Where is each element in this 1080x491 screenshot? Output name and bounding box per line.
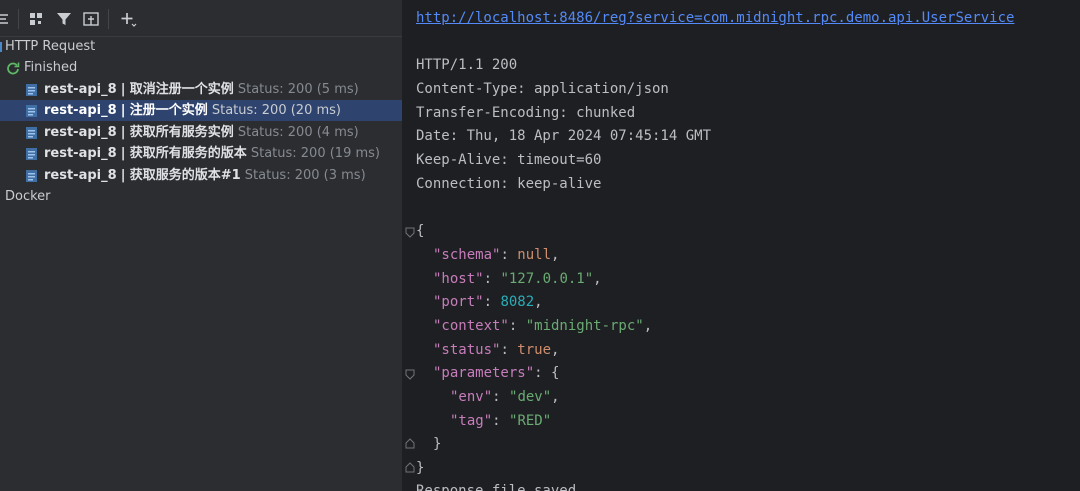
- fold-toggle-icon[interactable]: [405, 369, 415, 380]
- request-status: Status: 200 (5 ms): [237, 82, 359, 97]
- json-line-host: "host": "127.0.0.1",: [433, 271, 602, 287]
- json-line-schema: "schema": null,: [433, 247, 560, 263]
- json-key: "host": [433, 271, 484, 287]
- toolbar-divider: [108, 9, 109, 29]
- json-close-brace: }: [416, 460, 425, 476]
- response-header: Connection: keep-alive: [416, 176, 602, 192]
- json-key: "context": [433, 318, 509, 334]
- request-title: 注册一个实例: [129, 103, 208, 118]
- request-separator: |: [120, 103, 126, 118]
- request-item[interactable]: rest-api_8 | 获取服务的版本#1 Status: 200 (3 ms…: [0, 165, 402, 186]
- json-value: true: [517, 342, 552, 358]
- response-header: Keep-Alive: timeout=60: [416, 152, 602, 168]
- response-status-line: HTTP/1.1 200: [416, 57, 518, 73]
- json-value: null: [517, 247, 552, 263]
- request-url-link[interactable]: http://localhost:8486/reg?service=com.mi…: [416, 8, 1014, 28]
- json-key: "parameters": [433, 365, 535, 381]
- toolbar-divider: [18, 9, 19, 29]
- request-separator: |: [120, 125, 126, 140]
- json-line-env: "env": "dev",: [450, 389, 560, 405]
- response-header: Content-Type: application/json: [416, 81, 669, 97]
- json-value: "RED": [509, 413, 552, 429]
- json-value: "midnight-rpc": [525, 318, 644, 334]
- tree-node-docker[interactable]: Docker: [0, 186, 402, 207]
- request-title: 获取所有服务的版本: [129, 146, 247, 161]
- json-line-tag: "tag": "RED": [450, 413, 552, 429]
- tree-node-label: Docker: [5, 189, 51, 204]
- request-title: 获取服务的版本#1: [129, 168, 241, 183]
- request-item[interactable]: rest-api_8 | 获取所有服务的版本 Status: 200 (19 m…: [0, 143, 402, 164]
- tree-node-finished[interactable]: Finished: [0, 57, 402, 78]
- tree-node-label: Finished: [24, 60, 78, 75]
- request-item[interactable]: rest-api_8 | 获取所有服务实例 Status: 200 (4 ms): [0, 122, 402, 143]
- json-key: "tag": [450, 413, 493, 429]
- tree-node-label: HTTP Request: [5, 39, 96, 54]
- fold-toggle-icon[interactable]: [405, 227, 415, 238]
- filter-icon[interactable]: [55, 10, 73, 28]
- services-tree-panel: HTTP Request Finished rest-api_8 | 取消注册一…: [0, 0, 403, 491]
- pin-icon[interactable]: [82, 10, 100, 28]
- services-toolbar: [0, 0, 402, 37]
- add-icon[interactable]: [119, 10, 137, 28]
- request-name: rest-api_8: [44, 125, 117, 140]
- response-footer: Response file saved.: [416, 483, 585, 491]
- json-line-context: "context": "midnight-rpc",: [433, 318, 653, 334]
- request-name: rest-api_8: [44, 146, 117, 161]
- json-value: 8082: [500, 294, 535, 310]
- json-open-brace: {: [416, 223, 425, 239]
- request-separator: |: [120, 146, 126, 161]
- json-key: "env": [450, 389, 493, 405]
- response-header: Date: Thu, 18 Apr 2024 07:45:14 GMT: [416, 128, 712, 144]
- request-title: 取消注册一个实例: [129, 82, 234, 97]
- response-header: Transfer-Encoding: chunked: [416, 105, 636, 121]
- request-name: rest-api_8: [44, 82, 117, 97]
- json-value: "dev": [509, 389, 552, 405]
- json-value: "127.0.0.1": [500, 271, 594, 287]
- json-line-status: "status": true,: [433, 342, 560, 358]
- request-name: rest-api_8: [44, 168, 117, 183]
- request-file-icon: [26, 148, 37, 160]
- json-line-port: "port": 8082,: [433, 294, 543, 310]
- request-separator: |: [120, 82, 126, 97]
- request-name: rest-api_8: [44, 103, 117, 118]
- request-item[interactable]: rest-api_8 | 注册一个实例 Status: 200 (20 ms): [0, 100, 402, 121]
- json-line-parameters: "parameters": {: [433, 365, 560, 381]
- request-file-icon: [26, 105, 37, 117]
- request-status: Status: 200 (20 ms): [211, 103, 341, 118]
- request-file-icon: [26, 84, 37, 96]
- request-file-icon: [26, 170, 37, 182]
- json-inner-close-brace: }: [433, 436, 442, 452]
- json-key: "schema": [433, 247, 501, 263]
- json-key: "port": [433, 294, 484, 310]
- request-file-icon: [26, 127, 37, 139]
- json-key: "status": [433, 342, 501, 358]
- request-title: 获取所有服务实例: [129, 125, 234, 140]
- tree-node-http-request[interactable]: HTTP Request: [0, 36, 402, 57]
- request-status: Status: 200 (3 ms): [244, 168, 366, 183]
- request-status: Status: 200 (4 ms): [237, 125, 359, 140]
- sort-icon[interactable]: [0, 10, 14, 28]
- fold-toggle-icon[interactable]: [405, 438, 415, 449]
- fold-toggle-icon[interactable]: [405, 462, 415, 473]
- http-icon: [0, 42, 2, 52]
- request-separator: |: [120, 168, 126, 183]
- request-item[interactable]: rest-api_8 | 取消注册一个实例 Status: 200 (5 ms): [0, 79, 402, 100]
- request-status: Status: 200 (19 ms): [250, 146, 380, 161]
- group-icon[interactable]: [28, 10, 46, 28]
- response-viewer: http://localhost:8486/reg?service=com.mi…: [403, 0, 1080, 491]
- refresh-finished-icon: [7, 62, 20, 75]
